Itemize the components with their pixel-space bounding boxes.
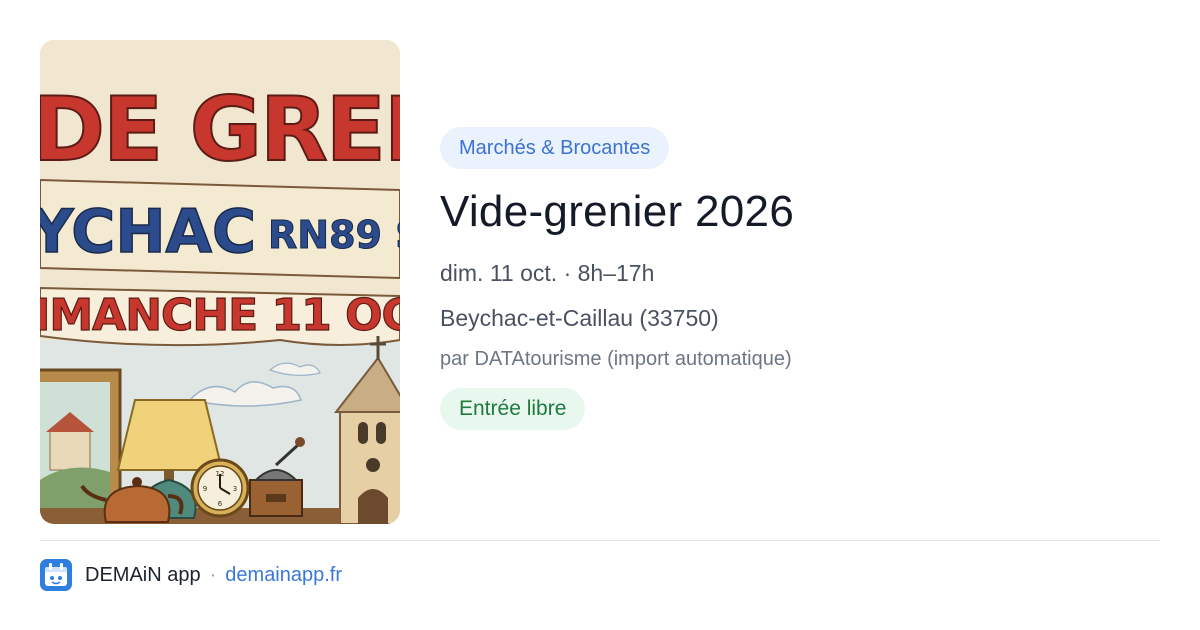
event-location: Beychac-et-Caillau (33750) (440, 305, 719, 331)
category-badge[interactable]: Marchés & Brocantes (440, 127, 670, 169)
clock-icon: 12 3 6 9 (190, 458, 250, 518)
event-info: Marchés & Brocantes Vide-grenier 2026 di… (440, 127, 1160, 430)
event-poster-image[interactable]: DE GRENI YCHAC RN89 S IMANCHE 11 OCTO (40, 40, 400, 524)
demain-app-logo-icon[interactable] (40, 559, 72, 591)
poster-town-text: YCHAC (40, 197, 256, 267)
clock-number-3: 3 (233, 485, 237, 493)
footer: DEMAiN app · demainapp.fr (40, 558, 342, 592)
poster-road-text: RN89 S (268, 213, 400, 257)
event-date: dim. 11 oct. · 8h–17h (440, 260, 655, 286)
app-name[interactable]: DEMAiN app (85, 564, 201, 587)
event-title[interactable]: Vide-grenier 2026 (440, 185, 1160, 239)
clock-number-6: 6 (218, 500, 223, 508)
footer-divider (40, 540, 1160, 541)
footer-separator: · (209, 563, 217, 586)
clock-number-9: 9 (203, 485, 207, 493)
poster-illustration: DE GRENI YCHAC RN89 S IMANCHE 11 OCTO (40, 40, 400, 524)
site-link[interactable]: demainapp.fr (225, 564, 342, 587)
poster-title-text: DE GRENI (40, 78, 400, 181)
poster-date-text: IMANCHE 11 OCTO (40, 290, 400, 341)
event-organizer: par DATAtourisme (import automatique) (440, 348, 792, 370)
price-badge: Entrée libre (440, 388, 586, 430)
